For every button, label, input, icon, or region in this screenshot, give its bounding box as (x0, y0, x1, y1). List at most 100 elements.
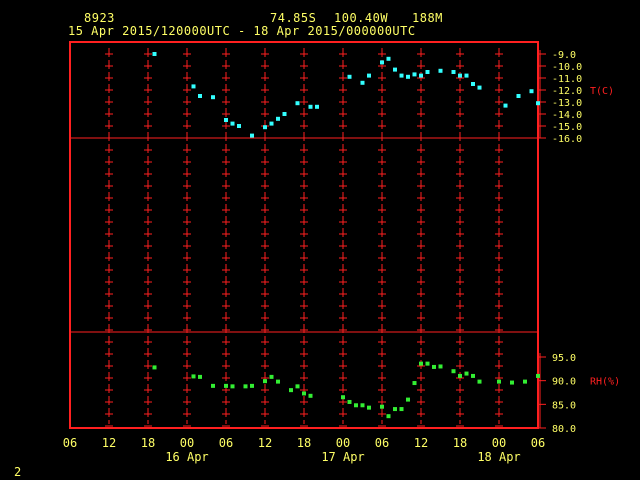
temperature-tick-label: -16.0 (552, 134, 582, 145)
temperature-point (308, 104, 313, 109)
temperature-point (315, 104, 319, 109)
meteogram-chart: -9.0-10.0-11.0-12.0-13.0-14.0-15.0-16.0 T… (63, 41, 620, 464)
x-tick-label: 18 (453, 436, 467, 450)
humidity-point (471, 373, 475, 378)
humidity-point (458, 373, 462, 378)
temperature-point (406, 74, 410, 79)
humidity-tick-label: 80.0 (552, 424, 576, 435)
humidity-point (276, 379, 280, 384)
temperature-point (367, 73, 371, 78)
humidity-point (386, 414, 391, 419)
temperature-tick-label: -12.0 (552, 86, 582, 97)
humidity-tick-label: 90.0 (552, 377, 576, 388)
temperature-point (516, 94, 521, 98)
x-date-label: 16 Apr (165, 450, 208, 464)
temperature-tick-label: -13.0 (552, 98, 582, 109)
temperature-point (451, 70, 456, 74)
humidity-point (289, 388, 293, 393)
temperature-point (536, 101, 540, 106)
temperature-point (386, 56, 391, 61)
humidity-point (393, 407, 397, 412)
x-tick-label: 06 (531, 436, 545, 450)
humidity-point (243, 384, 248, 389)
humidity-point (536, 373, 540, 378)
temperature-point (198, 94, 202, 98)
temperature-point (425, 70, 430, 74)
humidity-point (211, 383, 215, 388)
humidity-point (367, 405, 371, 410)
temperature-tick-label: -10.0 (552, 62, 582, 73)
temperature-point (269, 121, 274, 126)
temperature-tick-label: -9.0 (552, 50, 576, 61)
temperature-point (263, 125, 267, 130)
x-tick-label: 06 (63, 436, 77, 450)
humidity-point (347, 399, 352, 404)
humidity-point (510, 380, 514, 385)
temperature-point (471, 82, 475, 86)
humidity-unit-label: RH(%) (590, 377, 620, 388)
x-date-label: 18 Apr (477, 450, 520, 464)
humidity-point (497, 379, 501, 384)
x-tick-label: 18 (141, 436, 155, 450)
x-tick-label: 00 (336, 436, 350, 450)
humidity-point (412, 381, 417, 386)
x-tick-label: 06 (219, 436, 233, 450)
temperature-point (230, 121, 235, 126)
x-tick-label: 06 (375, 436, 389, 450)
humidity-point (308, 393, 313, 398)
humidity-point (269, 374, 274, 379)
humidity-point (302, 391, 306, 396)
humidity-point (406, 397, 410, 402)
temperature-tick-label: -14.0 (552, 110, 582, 121)
humidity-point (399, 407, 404, 412)
humidity-tick-label: 85.0 (552, 400, 576, 411)
humidity-point (295, 384, 300, 389)
temperature-point (419, 73, 423, 78)
temperature-point (412, 72, 417, 77)
humidity-point (438, 364, 443, 369)
temperature-point (224, 118, 228, 122)
x-date-label: 17 Apr (321, 450, 364, 464)
temperature-unit-label: T(C) (590, 86, 614, 97)
humidity-point (464, 371, 469, 376)
temperature-point (360, 80, 365, 85)
humidity-point (523, 379, 527, 384)
temperature-point (250, 133, 254, 138)
humidity-point (152, 365, 157, 370)
humidity-point (419, 361, 423, 366)
humidity-point (230, 384, 235, 389)
temperature-point (191, 84, 196, 89)
temperature-point (347, 74, 352, 79)
humidity-tick-label: 95.0 (552, 353, 576, 364)
humidity-point (451, 369, 456, 374)
humidity-point (224, 383, 228, 388)
temperature-point (276, 116, 280, 121)
temperature-point (438, 68, 443, 73)
x-tick-label: 12 (102, 436, 116, 450)
x-tick-label: 00 (180, 436, 194, 450)
temperature-point (152, 52, 157, 56)
humidity-point (198, 374, 202, 379)
humidity-point (360, 403, 365, 408)
temperature-point (399, 73, 404, 78)
x-tick-label: 12 (414, 436, 428, 450)
temperature-tick-label: -11.0 (552, 74, 582, 85)
temperature-point (295, 101, 300, 106)
x-tick-label: 12 (258, 436, 272, 450)
temperature-point (464, 73, 469, 78)
temperature-point (503, 103, 508, 108)
temperature-point (458, 73, 462, 78)
humidity-point (380, 404, 384, 409)
temperature-point (282, 112, 287, 116)
humidity-point (191, 374, 196, 379)
temperature-point (393, 67, 397, 72)
temperature-tick-label: -15.0 (552, 122, 582, 133)
humidity-point (250, 383, 254, 388)
temperature-point (529, 89, 534, 94)
humidity-point (432, 364, 436, 369)
humidity-point (354, 403, 358, 408)
temperature-point (237, 124, 241, 128)
temperature-point (380, 60, 384, 65)
x-tick-label: 18 (297, 436, 311, 450)
humidity-point (341, 395, 345, 400)
